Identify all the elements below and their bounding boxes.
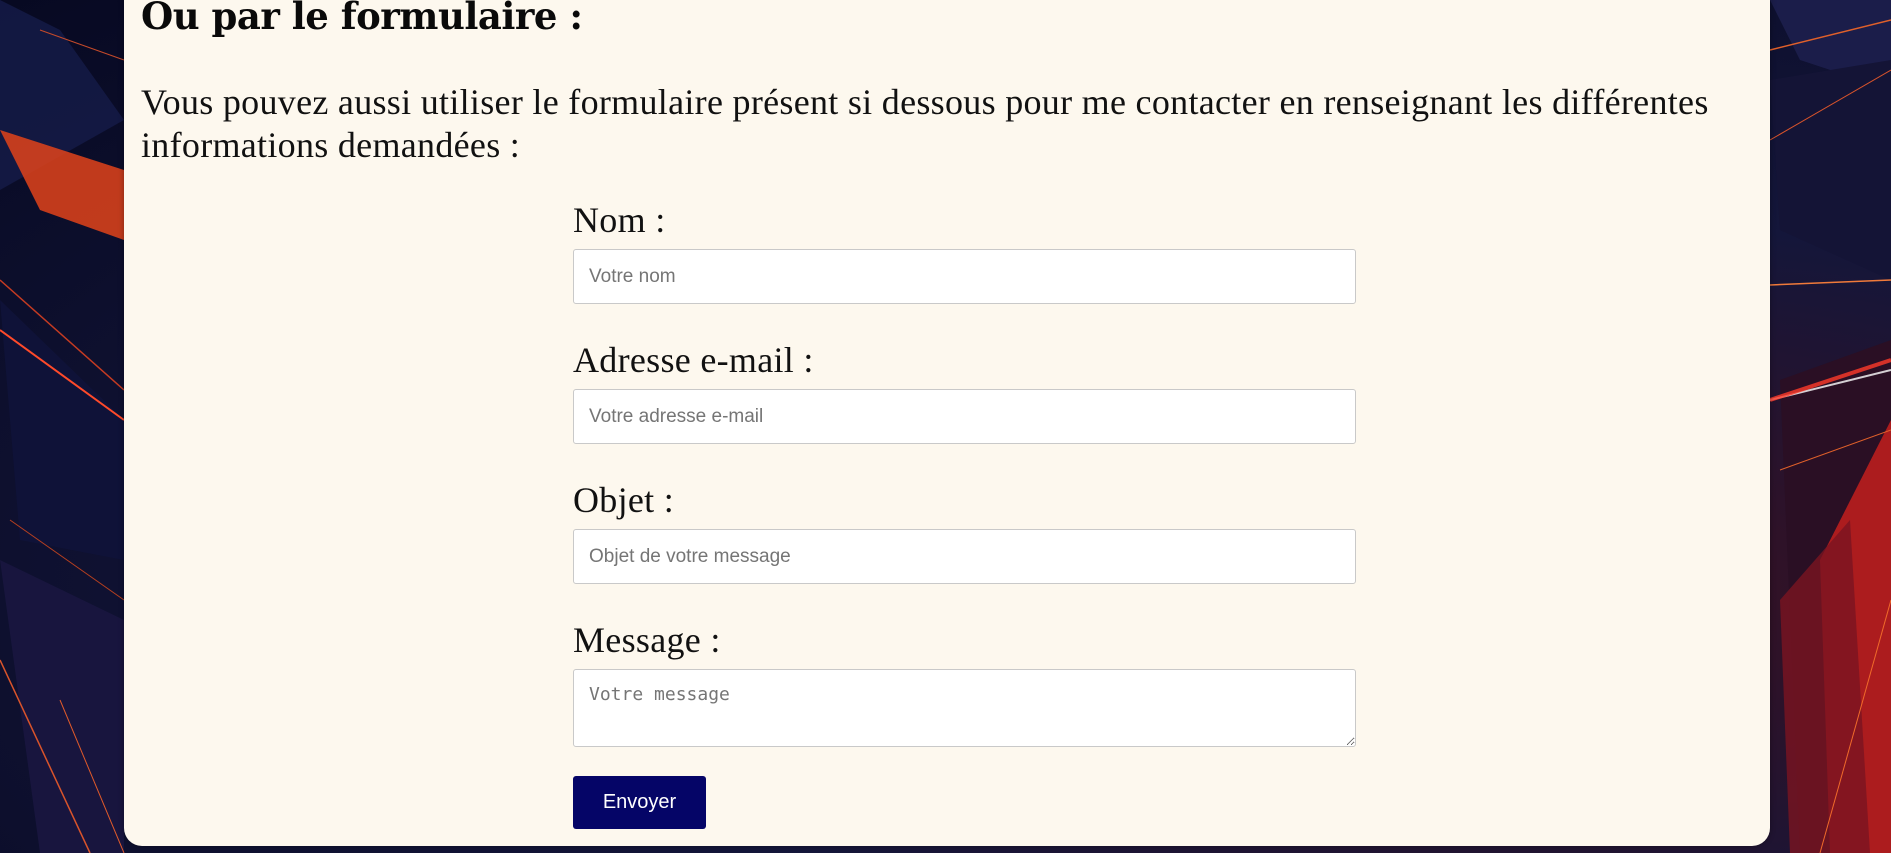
name-group: Nom : [573, 200, 1356, 304]
subject-label: Objet : [573, 480, 675, 520]
subject-group: Objet : [573, 480, 1356, 584]
email-input[interactable] [573, 389, 1356, 444]
contact-form: Nom : Adresse e-mail : Objet : Message : [573, 200, 1356, 783]
name-label: Nom : [573, 200, 666, 240]
message-textarea[interactable] [573, 669, 1356, 747]
email-group: Adresse e-mail : [573, 340, 1356, 444]
message-group: Message : [573, 620, 1356, 747]
section-heading: Ou par le formulaire : [141, 0, 583, 38]
subject-input[interactable] [573, 529, 1356, 584]
name-input[interactable] [573, 249, 1356, 304]
email-label: Adresse e-mail : [573, 340, 814, 380]
submit-button[interactable]: Envoyer [573, 776, 706, 829]
message-label: Message : [573, 620, 721, 660]
intro-text: Vous pouvez aussi utiliser le formulaire… [141, 82, 1709, 165]
